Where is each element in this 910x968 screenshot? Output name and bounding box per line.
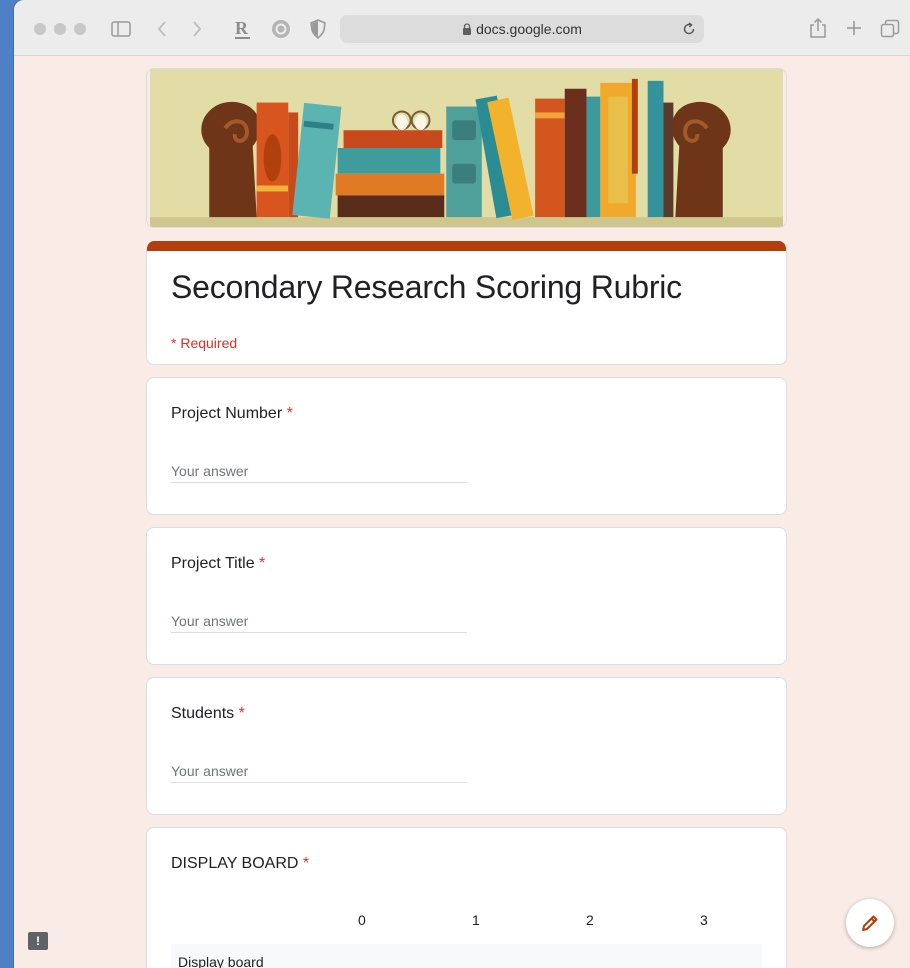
- grid-row: Display board: [171, 944, 762, 968]
- back-icon[interactable]: [156, 20, 168, 38]
- minimize-window-button[interactable]: [54, 23, 66, 35]
- question-label: DISPLAY BOARD *: [171, 855, 309, 873]
- question-text: Project Number: [171, 405, 283, 422]
- required-note: * Required: [171, 335, 238, 351]
- edit-fab-button[interactable]: [846, 899, 894, 947]
- url-text: docs.google.com: [476, 21, 582, 37]
- question-label: Students *: [171, 705, 245, 723]
- question-card-students: Students *: [146, 677, 787, 815]
- browser-window: R docs.google.com Secondary Research Sco…: [14, 0, 910, 968]
- grid-column-header-0: 0: [358, 912, 366, 928]
- project-title-input[interactable]: [171, 610, 467, 633]
- lock-icon: [463, 23, 472, 35]
- grid-column-header-1: 1: [472, 912, 480, 928]
- reload-icon[interactable]: [682, 22, 696, 36]
- pencil-icon: [862, 915, 878, 931]
- sidebar-icon[interactable]: [111, 21, 131, 37]
- tab-overview-icon[interactable]: [880, 19, 900, 39]
- share-icon[interactable]: [809, 17, 827, 39]
- question-text: Students: [171, 705, 235, 722]
- question-label: Project Number *: [171, 405, 293, 423]
- privacy-shield-icon[interactable]: [310, 19, 326, 39]
- question-card-project-number: Project Number *: [146, 377, 787, 515]
- required-asterisk: *: [286, 405, 293, 422]
- close-window-button[interactable]: [34, 23, 46, 35]
- question-label: Project Title *: [171, 555, 265, 573]
- form-title: Secondary Research Scoring Rubric: [171, 269, 682, 305]
- question-card-display-board: DISPLAY BOARD * 0 1 2 3 Display board: [146, 827, 787, 968]
- grid-column-header-2: 2: [586, 912, 594, 928]
- report-issue-icon[interactable]: !: [28, 932, 48, 950]
- grid-row-label: Display board: [178, 954, 264, 968]
- required-asterisk: *: [238, 705, 245, 722]
- readwise-extension-icon[interactable]: R: [234, 18, 252, 40]
- browser-toolbar: R docs.google.com: [14, 0, 910, 56]
- grid-column-header-3: 3: [700, 912, 708, 928]
- zoom-window-button[interactable]: [74, 23, 86, 35]
- project-number-input[interactable]: [171, 460, 467, 483]
- theme-accent-bar: [147, 241, 786, 251]
- question-text: Project Title: [171, 555, 255, 572]
- students-input[interactable]: [171, 760, 467, 783]
- svg-text:R: R: [235, 18, 249, 38]
- form-page[interactable]: Secondary Research Scoring Rubric * Requ…: [14, 56, 910, 968]
- question-text: DISPLAY BOARD: [171, 855, 299, 872]
- address-bar[interactable]: docs.google.com: [340, 15, 704, 43]
- grammarly-extension-icon[interactable]: [271, 19, 291, 39]
- required-asterisk: *: [302, 855, 310, 872]
- books-header-image: [146, 68, 787, 228]
- required-asterisk: *: [259, 555, 266, 572]
- form-header-card: Secondary Research Scoring Rubric * Requ…: [146, 241, 787, 365]
- new-tab-icon[interactable]: [846, 20, 862, 36]
- forward-icon[interactable]: [191, 20, 203, 38]
- question-card-project-title: Project Title *: [146, 527, 787, 665]
